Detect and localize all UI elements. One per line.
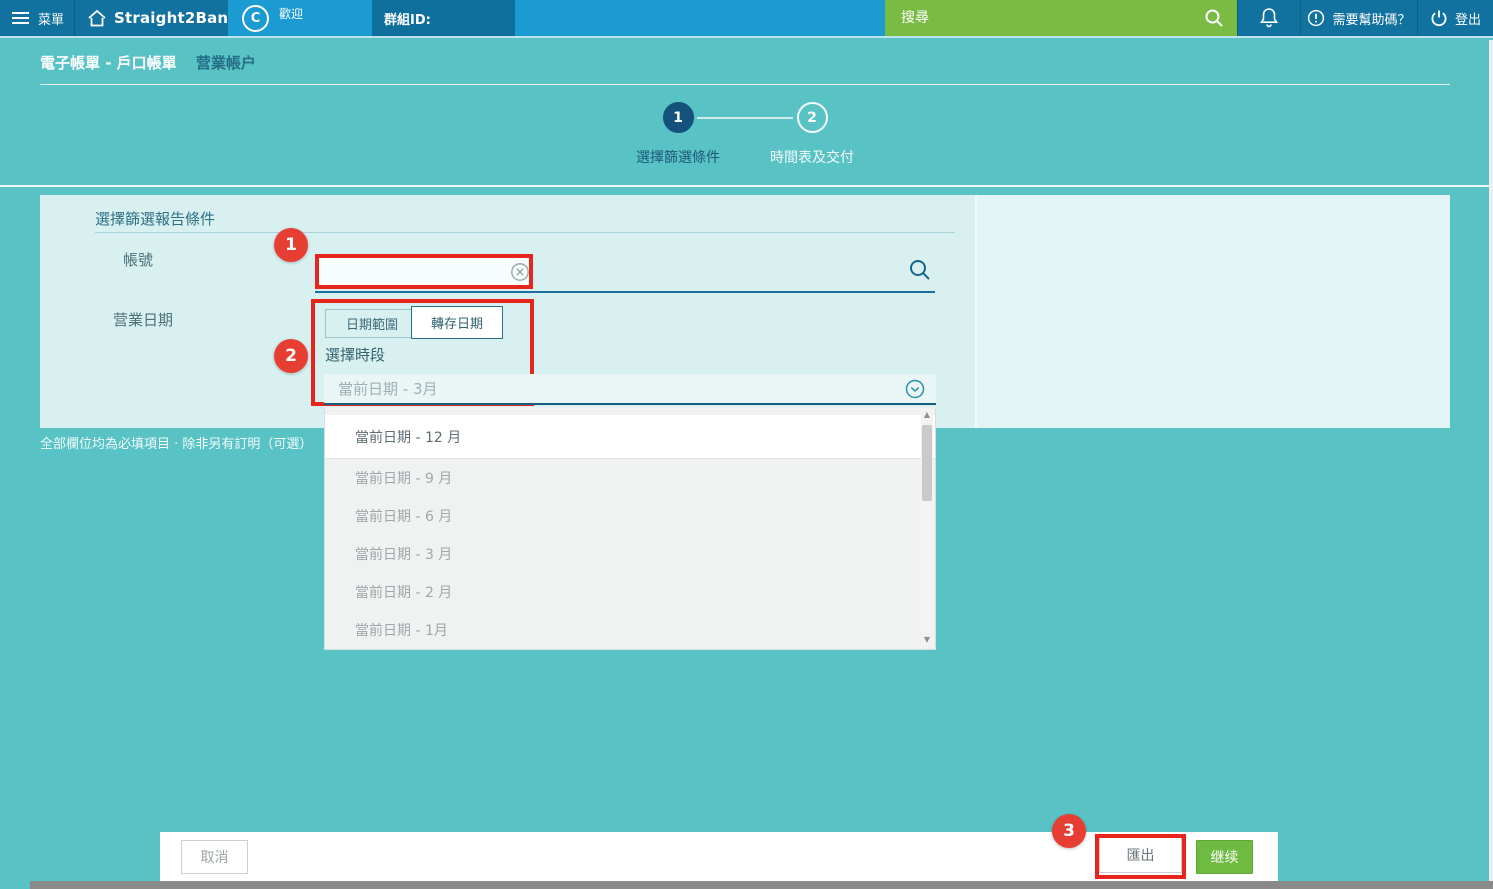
window-right-edge bbox=[1489, 40, 1493, 881]
hamburger-icon bbox=[12, 12, 29, 24]
logout-button[interactable]: 登出 bbox=[1417, 0, 1493, 36]
group-id-section: 群組ID: bbox=[372, 0, 515, 36]
dropdown-option-2-months[interactable]: 當前日期 - 2 月 bbox=[325, 573, 935, 611]
step-1-label: 選擇篩選條件 bbox=[636, 147, 720, 167]
top-navigation-bar: 菜單 Straight2Bank C 歡迎 群組ID: bbox=[0, 0, 1493, 38]
account-field-underline bbox=[315, 291, 935, 293]
step-1-filter-criteria[interactable]: 1 選擇篩選條件 bbox=[611, 102, 745, 167]
window-bottom-edge bbox=[30, 881, 1493, 889]
user-avatar[interactable]: C bbox=[242, 5, 269, 32]
account-number-field-highlight bbox=[315, 254, 533, 289]
clear-input-icon[interactable] bbox=[509, 261, 531, 283]
select-period-label: 選擇時段 bbox=[325, 344, 385, 365]
step-1-circle: 1 bbox=[663, 102, 694, 133]
brand-name: Straight2Bank bbox=[114, 9, 238, 27]
breadcrumb-secondary: 营業帳户 bbox=[196, 54, 256, 72]
period-dropdown-list: 當前日期 - 12 月 當前日期 - 9 月 當前日期 - 6 月 當前日期 -… bbox=[324, 407, 936, 650]
step-2-label: 時間表及交付 bbox=[770, 147, 854, 167]
annotation-badge-2: 2 bbox=[274, 339, 308, 373]
annotation-badge-1: 1 bbox=[274, 228, 308, 262]
annotation-badge-3: 3 bbox=[1052, 814, 1086, 848]
panel-heading: 選擇篩選報告條件 bbox=[95, 208, 215, 229]
breadcrumb: 電子帳單 - 戶口帳單 营業帳户 bbox=[40, 52, 256, 73]
power-icon bbox=[1430, 9, 1448, 27]
cancel-button[interactable]: 取消 bbox=[181, 840, 248, 874]
help-button[interactable]: 需要幫助碼？ bbox=[1300, 0, 1417, 36]
account-number-input[interactable] bbox=[319, 258, 509, 285]
logout-label: 登出 bbox=[1455, 9, 1481, 28]
bell-icon bbox=[1259, 7, 1279, 29]
account-search-icon[interactable] bbox=[908, 258, 932, 282]
chevron-down-icon[interactable] bbox=[904, 378, 926, 400]
dropdown-scrollbar[interactable]: ▲ ▼ bbox=[921, 409, 933, 646]
dropdown-option-9-months[interactable]: 當前日期 - 9 月 bbox=[325, 459, 935, 497]
scrollbar-thumb[interactable] bbox=[922, 425, 932, 501]
step-2-circle: 2 bbox=[797, 102, 828, 133]
dropdown-option-3-months[interactable]: 當前日期 - 3 月 bbox=[325, 535, 935, 573]
search-input[interactable] bbox=[901, 10, 1203, 26]
step-2-schedule-delivery[interactable]: 2 時間表及交付 bbox=[745, 102, 879, 167]
breadcrumb-primary[interactable]: 電子帳單 - 戶口帳單 bbox=[40, 54, 177, 72]
tab-date-range[interactable]: 日期範圍 bbox=[325, 309, 419, 338]
panel-right-area bbox=[975, 195, 1450, 428]
scrollbar-up-arrow-icon[interactable]: ▲ bbox=[921, 409, 933, 421]
dropdown-option-6-months[interactable]: 當前日期 - 6 月 bbox=[325, 497, 935, 535]
dropdown-option-1-month[interactable]: 當前日期 - 1月 bbox=[325, 611, 935, 649]
filter-criteria-panel: 選擇篩選報告條件 帳號 营業日期 日期範圍 轉存日期 選擇時段 當前日期 - 3… bbox=[40, 195, 1450, 428]
required-fields-note: 全部欄位均為必填項目 · 除非另有訂明（可選） bbox=[40, 433, 312, 452]
search-icon[interactable] bbox=[1203, 7, 1225, 29]
home-icon bbox=[87, 9, 107, 28]
dropdown-top-padding bbox=[325, 407, 935, 415]
user-welcome-section[interactable]: C 歡迎 bbox=[228, 0, 372, 36]
menu-label: 菜單 bbox=[38, 9, 64, 28]
home-brand-button[interactable]: Straight2Bank bbox=[75, 0, 228, 36]
dropdown-option-12-months[interactable]: 當前日期 - 12 月 bbox=[325, 415, 935, 459]
straight2bank-page: 菜單 Straight2Bank C 歡迎 群組ID: bbox=[0, 0, 1493, 889]
help-icon bbox=[1307, 9, 1325, 27]
menu-button[interactable]: 菜單 bbox=[0, 0, 75, 36]
business-date-label: 营業日期 bbox=[113, 309, 173, 330]
scrollbar-down-arrow-icon[interactable]: ▼ bbox=[921, 634, 933, 646]
export-button-highlight bbox=[1095, 834, 1186, 879]
period-dropdown[interactable]: 當前日期 - 3月 bbox=[324, 374, 936, 405]
global-search-bar[interactable] bbox=[885, 0, 1237, 36]
panel-heading-divider bbox=[95, 232, 955, 233]
section-divider bbox=[0, 185, 1493, 187]
account-number-label: 帳號 bbox=[123, 249, 153, 270]
breadcrumb-divider bbox=[40, 84, 1450, 85]
welcome-label: 歡迎 bbox=[279, 5, 303, 22]
period-dropdown-value: 當前日期 - 3月 bbox=[338, 378, 904, 399]
continue-button[interactable]: 继续 bbox=[1196, 840, 1253, 874]
tab-transfer-date[interactable]: 轉存日期 bbox=[411, 306, 503, 339]
group-id-label: 群組ID: bbox=[384, 9, 431, 28]
topbar-spacer bbox=[515, 0, 885, 36]
notifications-button[interactable] bbox=[1237, 0, 1300, 36]
help-label: 需要幫助碼？ bbox=[1332, 9, 1410, 28]
